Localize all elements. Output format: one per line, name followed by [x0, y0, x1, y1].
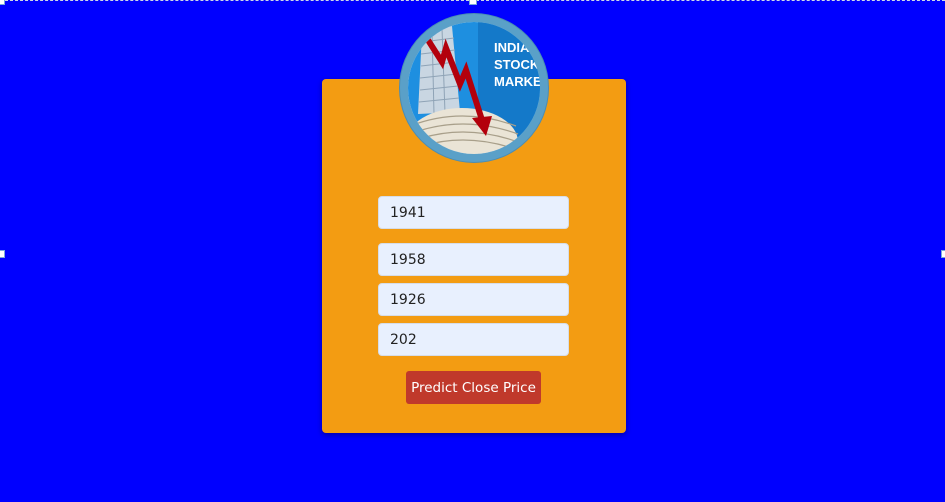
- logo-text-line-3: MARKET: [494, 74, 540, 89]
- page: INDIA STOCK MARKET Predict Close Price: [0, 0, 945, 502]
- selection-handle[interactable]: [0, 250, 5, 258]
- logo-text-line-2: STOCK: [494, 57, 540, 72]
- input-field-3[interactable]: [378, 283, 569, 316]
- selection-handle[interactable]: [0, 0, 5, 5]
- input-field-4[interactable]: [378, 323, 569, 356]
- input-field-2[interactable]: [378, 243, 569, 276]
- stock-market-logo-icon: INDIA STOCK MARKET: [408, 22, 540, 154]
- logo-graphic: INDIA STOCK MARKET: [408, 22, 540, 154]
- predict-close-price-button[interactable]: Predict Close Price: [406, 371, 541, 404]
- selection-handle[interactable]: [469, 0, 477, 5]
- stock-market-logo: INDIA STOCK MARKET: [400, 14, 548, 162]
- selection-handle[interactable]: [941, 250, 945, 258]
- logo-text-line-1: INDIA: [494, 40, 530, 55]
- input-field-1[interactable]: [378, 196, 569, 229]
